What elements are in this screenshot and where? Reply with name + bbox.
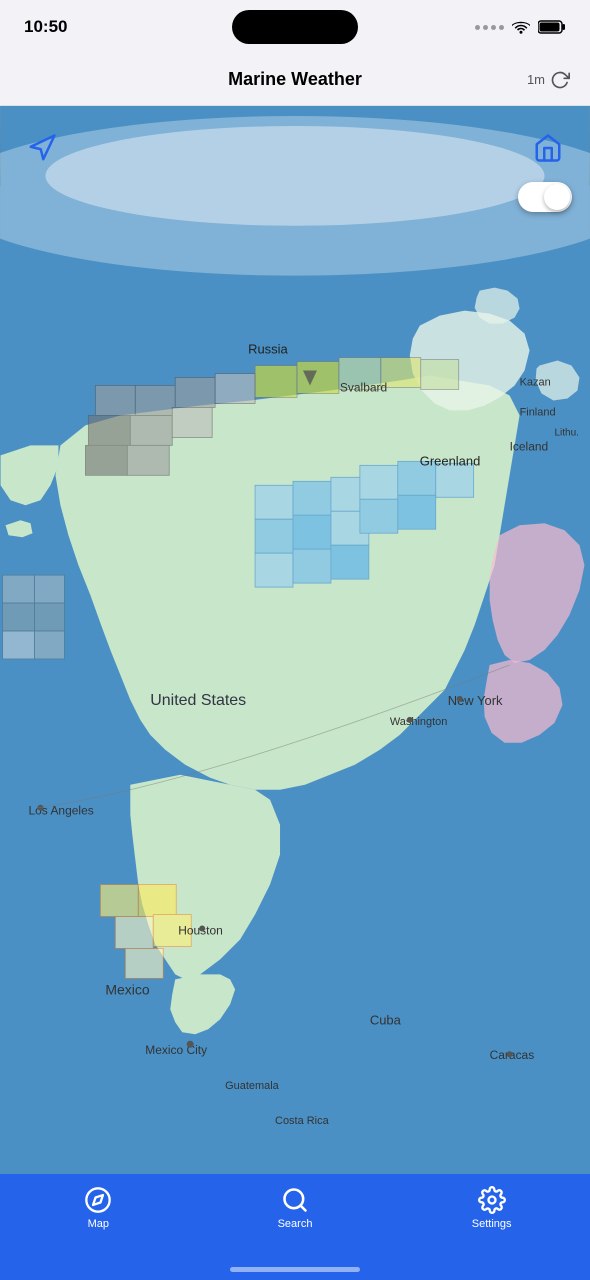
svg-text:Iceland: Iceland: [510, 439, 549, 453]
tab-search-label: Search: [278, 1218, 313, 1230]
svg-text:United States: United States: [150, 692, 246, 709]
tab-map-label: Map: [88, 1218, 109, 1230]
tab-search[interactable]: Search: [197, 1186, 394, 1230]
page-title: Marine Weather: [228, 69, 362, 90]
status-icons: [475, 20, 566, 34]
layer-toggle[interactable]: [518, 182, 572, 212]
svg-text:Cuba: Cuba: [370, 1012, 402, 1027]
svg-text:Mexico City: Mexico City: [145, 1043, 207, 1057]
gear-icon: [478, 1186, 506, 1214]
map-svg: Russia Svalbard Greenland Iceland Finlan…: [0, 106, 590, 1174]
svg-text:Finland: Finland: [520, 406, 556, 418]
svg-text:New York: New York: [448, 693, 503, 708]
wifi-icon: [512, 20, 530, 34]
tab-settings-label: Settings: [472, 1218, 512, 1230]
svg-text:Greenland: Greenland: [420, 453, 481, 468]
refresh-button[interactable]: 1m: [527, 70, 570, 90]
svg-text:Lithu.: Lithu.: [555, 427, 579, 438]
svg-text:Kazan: Kazan: [520, 376, 551, 388]
refresh-icon: [550, 70, 570, 90]
status-bar: 10:50: [0, 0, 590, 54]
signal-icon: [475, 25, 504, 30]
tab-settings[interactable]: Settings: [393, 1186, 590, 1230]
svg-text:Russia: Russia: [248, 342, 288, 357]
search-icon: [281, 1186, 309, 1214]
nav-header: Marine Weather 1m: [0, 54, 590, 106]
map-container[interactable]: Russia Svalbard Greenland Iceland Finlan…: [0, 106, 590, 1174]
tab-bar: Map Search Settings: [0, 1174, 590, 1280]
status-time: 10:50: [24, 17, 67, 37]
home-indicator: [230, 1267, 360, 1272]
tab-map[interactable]: Map: [0, 1186, 197, 1230]
toggle-knob: [544, 184, 570, 210]
dynamic-island: [232, 10, 358, 44]
svg-text:Mexico: Mexico: [105, 981, 149, 997]
compass-icon: [84, 1186, 112, 1214]
battery-icon: [538, 20, 566, 34]
svg-text:Guatemala: Guatemala: [225, 1080, 280, 1092]
svg-text:Costa Rica: Costa Rica: [275, 1115, 330, 1127]
svg-text:Svalbard: Svalbard: [340, 380, 387, 394]
home-button[interactable]: [526, 126, 570, 170]
refresh-time: 1m: [527, 72, 545, 87]
svg-text:Washington: Washington: [390, 716, 448, 728]
location-button[interactable]: [20, 126, 64, 170]
